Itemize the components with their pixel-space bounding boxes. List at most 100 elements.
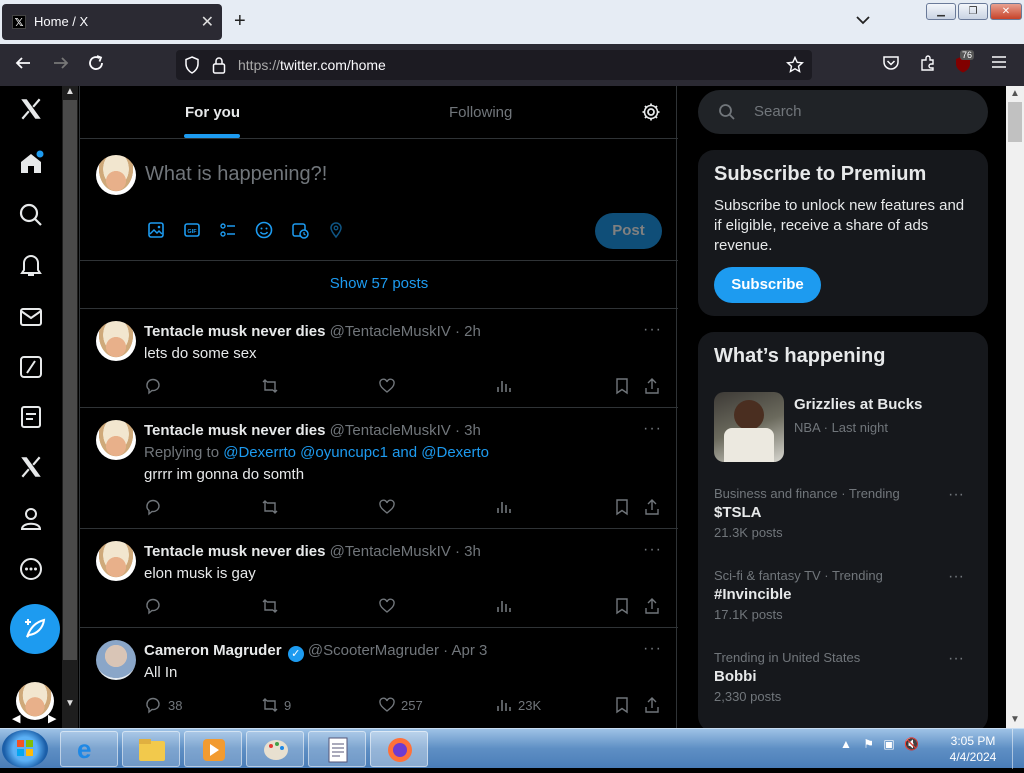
tweet-more-icon[interactable]: ···: [643, 541, 662, 559]
start-button[interactable]: [2, 730, 48, 768]
action-center-flag-icon[interactable]: ⚑: [863, 737, 874, 751]
post-button[interactable]: Post: [595, 213, 662, 249]
trend-title[interactable]: #Invincible: [714, 586, 974, 603]
tab-following[interactable]: Following: [449, 104, 512, 121]
share-icon[interactable]: [643, 597, 661, 615]
shield-icon[interactable]: [184, 56, 200, 79]
premium-x-icon[interactable]: [18, 454, 52, 488]
back-icon[interactable]: [14, 54, 32, 76]
tweet[interactable]: Cameron Magruder ✓ @ScooterMagruder · Ap…: [80, 628, 678, 728]
tweet-avatar[interactable]: [96, 321, 136, 361]
maximize-button[interactable]: ❐: [958, 3, 988, 20]
search-input[interactable]: Search: [698, 90, 988, 134]
scroll-down-arrow-icon[interactable]: ▼: [1010, 714, 1020, 725]
more-options-icon[interactable]: [18, 556, 52, 590]
composer-input[interactable]: What is happening?!: [145, 163, 327, 186]
network-icon[interactable]: ▣: [883, 737, 894, 751]
share-icon[interactable]: [643, 377, 661, 395]
like-heart-icon[interactable]: [378, 696, 396, 714]
close-window-button[interactable]: ✕: [990, 3, 1022, 20]
location-pin-icon[interactable]: [327, 221, 345, 239]
left-scrollbar-thumb[interactable]: [63, 100, 77, 660]
notifications-bell-icon[interactable]: [18, 252, 52, 286]
minimize-button[interactable]: ▁: [926, 3, 956, 20]
trend-more-icon[interactable]: ···: [948, 650, 964, 668]
show-new-posts-link[interactable]: Show 57 posts: [80, 261, 678, 309]
repost-icon[interactable]: [261, 696, 279, 714]
author-name[interactable]: Tentacle musk never dies: [144, 323, 325, 340]
author-name[interactable]: Tentacle musk never dies: [144, 422, 325, 439]
reply-icon[interactable]: [144, 498, 162, 516]
trend-title[interactable]: Bobbi: [714, 668, 974, 685]
taskbar-wordpad[interactable]: [308, 731, 366, 767]
taskbar-explorer[interactable]: [122, 731, 180, 767]
trend-title[interactable]: $TSLA: [714, 504, 974, 521]
views-chart-icon[interactable]: [495, 696, 513, 714]
media-image-icon[interactable]: [147, 221, 165, 239]
author-handle[interactable]: @TentacleMuskIV: [330, 543, 451, 560]
repost-icon[interactable]: [261, 597, 279, 615]
author-handle[interactable]: @TentacleMuskIV: [330, 422, 451, 439]
explore-search-icon[interactable]: [18, 202, 52, 236]
lists-icon[interactable]: [18, 404, 52, 438]
page-scrollbar-thumb[interactable]: [1008, 102, 1022, 142]
tweet-more-icon[interactable]: ···: [643, 420, 662, 438]
emoji-icon[interactable]: [255, 221, 273, 239]
tweet-time[interactable]: · 3h: [455, 543, 481, 560]
repost-icon[interactable]: [261, 498, 279, 516]
tweet-time[interactable]: · 2h: [455, 323, 481, 340]
trend-item[interactable]: Business and finance · Trending $TSLA 21…: [714, 486, 974, 540]
like-heart-icon[interactable]: [378, 498, 396, 516]
left-scrollbar[interactable]: ▲ ▼: [62, 86, 78, 728]
scroll-up-arrow-icon[interactable]: ▲: [65, 86, 75, 97]
author-handle[interactable]: @ScooterMagruder: [308, 642, 439, 659]
extensions-icon[interactable]: [919, 54, 937, 76]
list-tabs-chevron-icon[interactable]: [856, 12, 870, 28]
reply-icon[interactable]: [144, 377, 162, 395]
pocket-icon[interactable]: [882, 54, 900, 76]
tab-for-you[interactable]: For you: [185, 104, 240, 121]
url-text[interactable]: https://twitter.com/home: [238, 57, 386, 73]
views-chart-icon[interactable]: [495, 597, 513, 615]
trend-item[interactable]: Sci-fi & fantasy TV · Trending #Invincib…: [714, 568, 974, 622]
tweet-more-icon[interactable]: ···: [643, 640, 662, 658]
taskbar-media-player[interactable]: [184, 731, 242, 767]
bookmark-icon[interactable]: [613, 377, 631, 395]
scroll-up-arrow-icon[interactable]: ▲: [1010, 88, 1020, 99]
author-name[interactable]: Tentacle musk never dies: [144, 543, 325, 560]
bookmark-icon[interactable]: [613, 597, 631, 615]
messages-envelope-icon[interactable]: [18, 304, 52, 338]
reply-icon[interactable]: [144, 597, 162, 615]
trend-item[interactable]: Trending in United States Bobbi 2,330 po…: [714, 650, 974, 704]
tweet-avatar[interactable]: [96, 640, 136, 680]
gif-icon[interactable]: GIF: [183, 221, 201, 239]
tweet[interactable]: Tentacle musk never dies @TentacleMuskIV…: [80, 408, 678, 529]
views-chart-icon[interactable]: [495, 498, 513, 516]
tweet-avatar[interactable]: [96, 420, 136, 460]
forward-icon[interactable]: [52, 54, 70, 76]
volume-muted-icon[interactable]: 🔇: [904, 737, 919, 751]
subscribe-button[interactable]: Subscribe: [714, 267, 821, 303]
repost-icon[interactable]: [261, 377, 279, 395]
show-desktop-button[interactable]: [1012, 729, 1024, 769]
browser-tab[interactable]: 𝕏 Home / X ✕: [2, 4, 222, 40]
taskbar-paint[interactable]: [246, 731, 304, 767]
share-icon[interactable]: [643, 696, 661, 714]
home-icon[interactable]: [18, 150, 52, 184]
tweet-time[interactable]: · 3h: [455, 422, 481, 439]
scroll-left-arrow-icon[interactable]: ◀: [12, 712, 20, 725]
x-logo-icon[interactable]: [18, 96, 52, 130]
tweet-avatar[interactable]: [96, 541, 136, 581]
tweet[interactable]: Tentacle musk never dies @TentacleMuskIV…: [80, 529, 678, 628]
schedule-icon[interactable]: [291, 221, 309, 239]
trend-more-icon[interactable]: ···: [948, 486, 964, 504]
taskbar-firefox[interactable]: [370, 731, 428, 767]
event-title[interactable]: Grizzlies at Bucks: [794, 396, 922, 413]
url-bar[interactable]: https://twitter.com/home: [176, 50, 812, 80]
menu-hamburger-icon[interactable]: [991, 54, 1007, 74]
page-scrollbar[interactable]: ▲ ▼: [1006, 86, 1024, 728]
replying-to-handles[interactable]: @Dexerrto @oyuncupc1 and @Dexerto: [223, 444, 489, 461]
taskbar-ie[interactable]: e: [60, 731, 118, 767]
trend-more-icon[interactable]: ···: [948, 568, 964, 586]
reply-icon[interactable]: [144, 696, 162, 714]
